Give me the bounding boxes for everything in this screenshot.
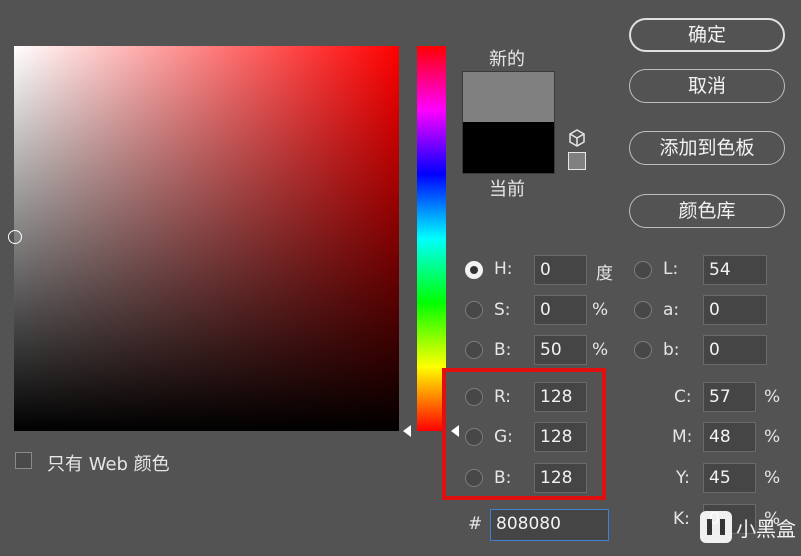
a-field[interactable]: 0 (703, 295, 767, 325)
c-field[interactable]: 57 (703, 382, 756, 412)
l-radio[interactable] (634, 261, 652, 279)
y-field[interactable]: 45 (703, 463, 756, 493)
m-unit: % (764, 427, 781, 447)
c-label: C: (674, 387, 692, 407)
rgb-highlight-box (442, 368, 606, 500)
y-label: Y: (676, 468, 690, 488)
h-field[interactable]: 0 (534, 255, 587, 285)
b-radio[interactable] (465, 341, 483, 359)
s-unit: % (592, 300, 609, 320)
ok-button[interactable]: 确定 (629, 18, 785, 52)
color-libraries-button[interactable]: 颜色库 (629, 194, 785, 228)
cancel-button[interactable]: 取消 (629, 69, 785, 103)
saturation-brightness-field[interactable] (14, 46, 399, 431)
color-picker-cursor[interactable] (8, 230, 22, 244)
web-safe-cube-icon[interactable] (567, 128, 587, 148)
c-unit: % (764, 387, 781, 407)
lab-b-label: b: (663, 340, 680, 360)
h-radio[interactable] (465, 261, 483, 279)
current-color-label: 当前 (489, 179, 525, 200)
k-label: K: (673, 509, 690, 529)
l-field[interactable]: 54 (703, 255, 767, 285)
web-safe-color-swatch-icon[interactable] (568, 152, 586, 170)
s-radio[interactable] (465, 301, 483, 319)
s-field[interactable]: 0 (534, 295, 587, 325)
a-radio[interactable] (634, 301, 652, 319)
web-only-checkbox[interactable] (15, 452, 32, 469)
hex-input[interactable]: 808080 (490, 509, 609, 541)
y-unit: % (764, 468, 781, 488)
new-color-label: 新的 (489, 49, 525, 70)
h-unit: 度 (596, 264, 613, 284)
b-unit: % (592, 340, 609, 360)
lab-b-field[interactable]: 0 (703, 335, 767, 365)
lab-b-radio[interactable] (634, 341, 652, 359)
new-color-swatch[interactable] (463, 72, 554, 122)
h-label: H: (494, 259, 513, 279)
m-field[interactable]: 48 (703, 422, 756, 452)
b-label: B: (494, 340, 512, 360)
s-label: S: (494, 300, 511, 320)
m-label: M: (672, 427, 693, 447)
watermark-text: 小黑盒 (736, 516, 796, 541)
hue-slider-left-marker-icon[interactable] (403, 425, 411, 437)
hex-label: # (468, 514, 483, 534)
xiaoheihe-logo-icon (700, 511, 732, 543)
web-only-label: 只有 Web 颜色 (47, 454, 170, 475)
b-field[interactable]: 50 (534, 335, 587, 365)
l-label: L: (663, 259, 679, 279)
add-to-swatches-button[interactable]: 添加到色板 (629, 131, 785, 165)
a-label: a: (663, 300, 680, 320)
current-color-swatch[interactable] (463, 122, 554, 173)
watermark: 小黑盒 (700, 505, 800, 549)
